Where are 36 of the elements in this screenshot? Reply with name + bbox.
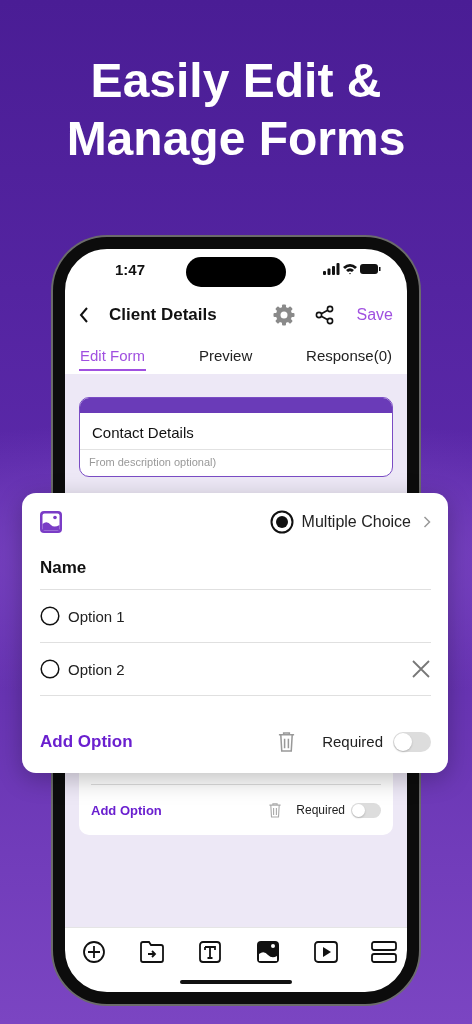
layout-icon[interactable] [371, 940, 397, 964]
option-field[interactable]: Option 2 [68, 660, 125, 678]
tab[interactable]: Response(0) [305, 341, 393, 371]
image-icon[interactable] [40, 511, 62, 533]
radio-icon[interactable] [40, 606, 60, 626]
screen-title: Client Details [109, 305, 217, 325]
share-icon[interactable] [314, 305, 335, 325]
image-icon[interactable] [255, 940, 281, 964]
required-label: Required [296, 803, 345, 817]
form-title: Contact Details [80, 413, 392, 450]
required-toggle[interactable] [393, 731, 431, 752]
trash-icon[interactable] [277, 731, 297, 752]
play-icon[interactable] [313, 940, 339, 964]
question-field[interactable]: Name [40, 551, 431, 590]
headline: Easily Edit & [89, 53, 383, 109]
required-label: Required [322, 733, 383, 750]
text-icon[interactable] [197, 940, 223, 964]
radio-icon[interactable] [40, 659, 60, 679]
add-icon[interactable] [81, 940, 107, 964]
chevron-icon[interactable] [423, 516, 431, 528]
question-type-selector[interactable]: Multiple Choice [301, 513, 415, 531]
headline: Manage Forms [65, 111, 407, 167]
status-icons [323, 262, 381, 276]
tab[interactable]: Edit Form [79, 341, 146, 371]
save-button[interactable]: Save [356, 306, 393, 324]
radio-icon [269, 510, 294, 534]
tab[interactable]: Preview [197, 341, 254, 371]
add-option-link[interactable]: Add Option [91, 802, 162, 818]
option-field[interactable]: Option 1 [68, 607, 125, 625]
back-icon[interactable] [79, 307, 89, 323]
add-option-link[interactable]: Add Option [40, 731, 133, 752]
settings-icon[interactable] [272, 304, 295, 326]
required-toggle[interactable] [351, 802, 381, 818]
close-icon[interactable] [411, 659, 431, 679]
status-time: 1:47 [115, 260, 146, 278]
folder-icon[interactable] [139, 940, 165, 964]
